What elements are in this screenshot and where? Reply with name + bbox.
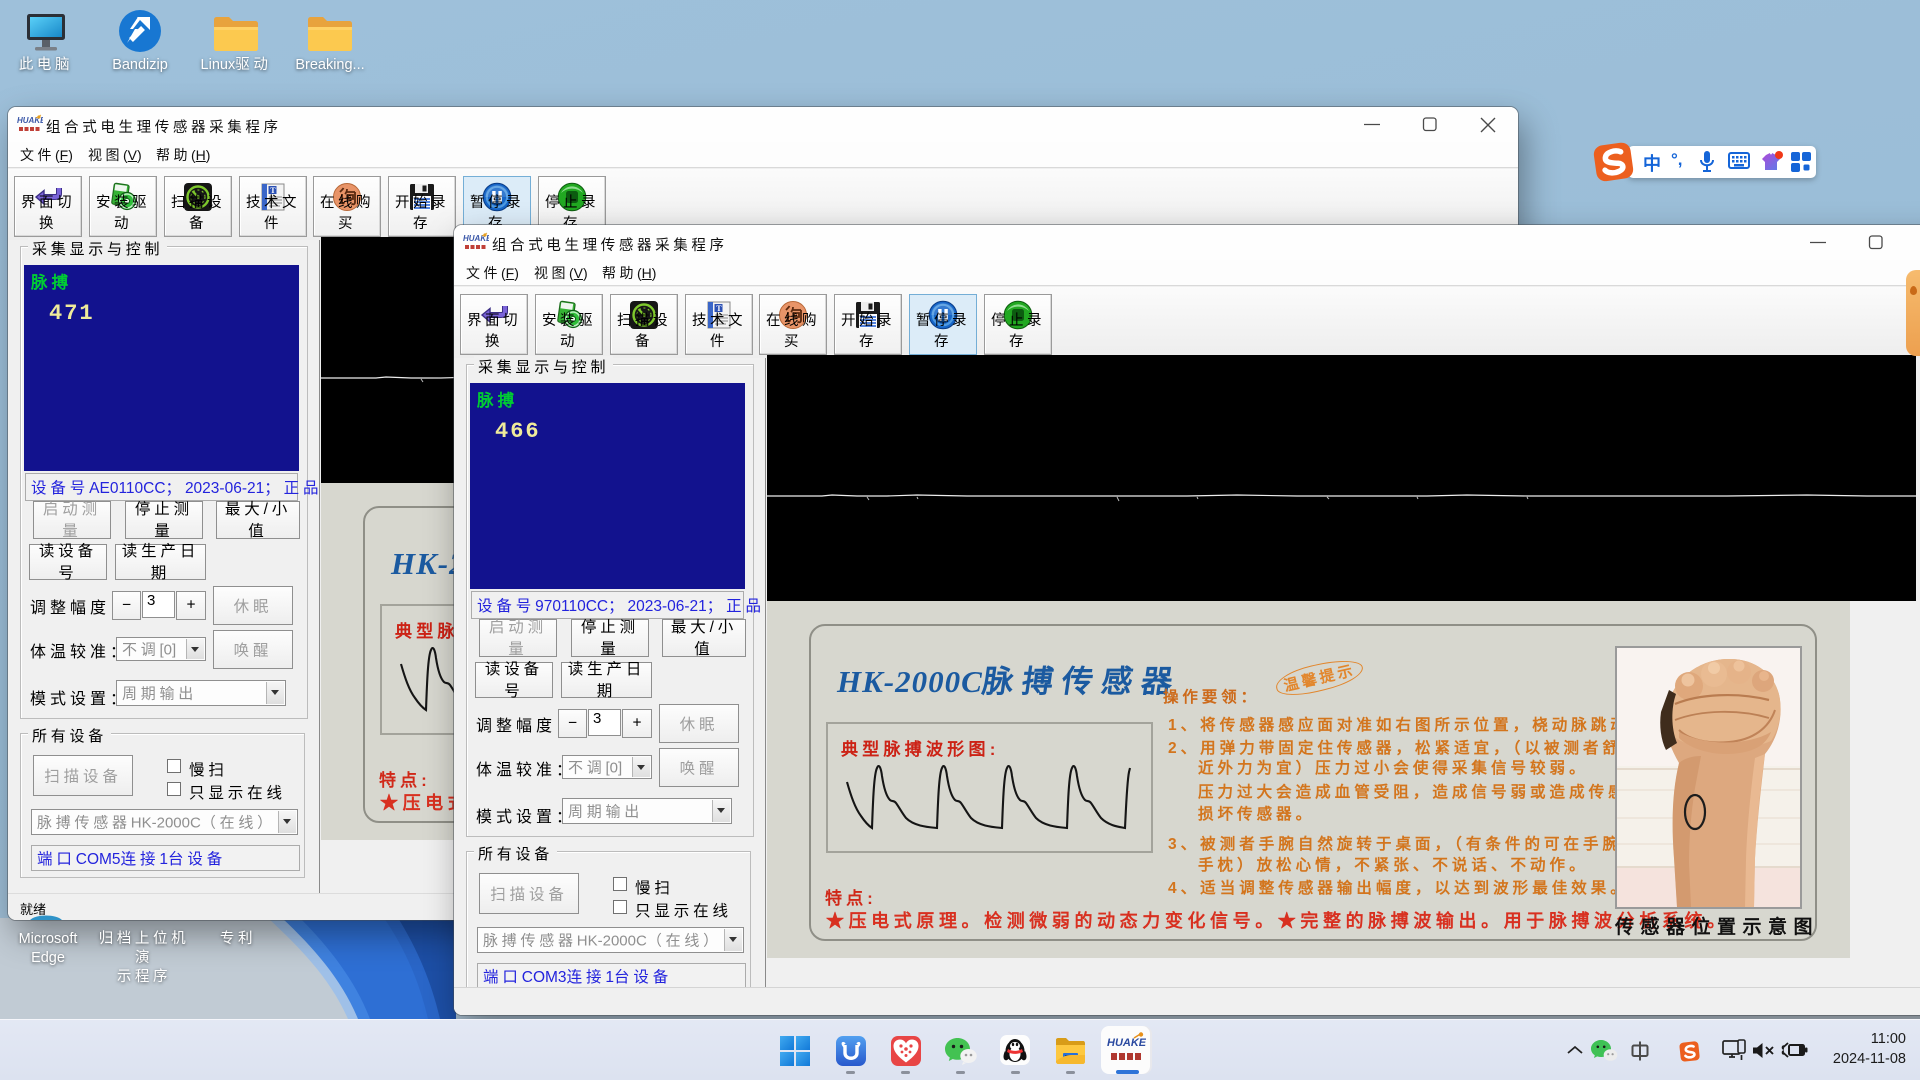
svg-text:HUAKE: HUAKE	[1107, 1037, 1146, 1049]
